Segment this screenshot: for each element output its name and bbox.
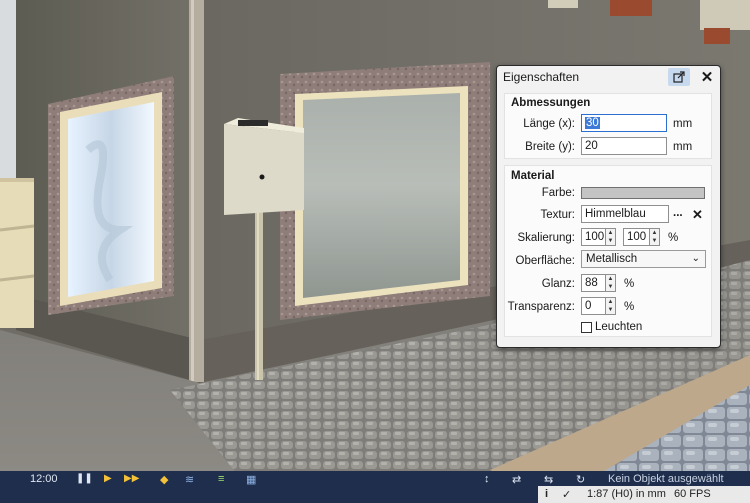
scale-status: 1:87 (H0) in mm bbox=[587, 488, 666, 500]
tool-icon[interactable]: ◆ bbox=[160, 473, 168, 486]
surface-label: Oberfläche: bbox=[515, 255, 575, 267]
scale-unit: % bbox=[668, 232, 679, 244]
close-button[interactable]: ✕ bbox=[698, 68, 716, 86]
scale-y-stepper[interactable]: ▲ ▼ bbox=[650, 228, 660, 246]
scale-x-input[interactable]: 100 bbox=[581, 228, 606, 246]
gloss-label: Glanz: bbox=[541, 278, 575, 290]
texture-clear-icon[interactable]: ✕ bbox=[692, 207, 703, 223]
selection-status: Kein Objekt ausgewählt bbox=[608, 473, 724, 485]
material-heading: Material bbox=[511, 170, 555, 182]
grid-icon[interactable]: ▦ bbox=[246, 473, 256, 486]
width-unit: mm bbox=[673, 141, 693, 153]
fast-forward-icon[interactable]: ▶▶ bbox=[124, 473, 139, 484]
popout-icon bbox=[673, 71, 685, 83]
check-icon[interactable]: ✓ bbox=[562, 488, 571, 501]
length-label: Länge (x): bbox=[523, 118, 575, 130]
color-label: Farbe: bbox=[541, 187, 575, 199]
play-icon[interactable]: ▶ bbox=[104, 473, 112, 484]
glow-label: Leuchten bbox=[595, 321, 643, 333]
transparency-unit: % bbox=[624, 301, 635, 313]
rotate-icon[interactable]: ↻ bbox=[576, 473, 585, 486]
scale-y-input[interactable]: 100 bbox=[623, 228, 650, 246]
width-label: Breite (y): bbox=[525, 141, 575, 153]
length-input[interactable]: 30 bbox=[581, 114, 667, 132]
properties-panel: Eigenschaften ✕ Abmessungen Länge (x): 3… bbox=[496, 65, 721, 348]
texture-browse-button[interactable]: ... bbox=[673, 207, 683, 219]
scale-label: Skalierung: bbox=[517, 232, 575, 244]
layers-icon[interactable]: ≋ bbox=[185, 473, 194, 486]
sort-icon[interactable]: ↕ bbox=[484, 473, 490, 485]
close-icon: ✕ bbox=[700, 69, 714, 86]
dimensions-heading: Abmessungen bbox=[511, 97, 591, 109]
transparency-stepper[interactable]: ▲ ▼ bbox=[606, 297, 616, 315]
gloss-stepper[interactable]: ▲ ▼ bbox=[606, 274, 616, 292]
gloss-unit: % bbox=[624, 278, 635, 290]
info-icon[interactable]: i bbox=[545, 488, 548, 500]
panel-title-bar[interactable]: Eigenschaften ✕ bbox=[497, 66, 720, 88]
fps-status: 60 FPS bbox=[674, 488, 711, 500]
swap-icon[interactable]: ⇆ bbox=[544, 473, 553, 486]
surface-select[interactable]: Metallisch ⌄ bbox=[581, 250, 706, 268]
status-bar: i ✓ 1:87 (H0) in mm 60 FPS bbox=[538, 486, 750, 503]
move-icon[interactable]: ⇄ bbox=[512, 473, 521, 486]
width-input[interactable]: 20 bbox=[581, 137, 667, 155]
popout-button[interactable] bbox=[668, 68, 690, 86]
clock-text: 12:00 bbox=[30, 473, 58, 485]
scale-x-stepper[interactable]: ▲ ▼ bbox=[606, 228, 616, 246]
glow-checkbox[interactable] bbox=[581, 322, 592, 333]
color-swatch[interactable] bbox=[581, 187, 705, 199]
texture-label: Textur: bbox=[540, 209, 575, 221]
pause-icon[interactable]: ❚❚ bbox=[76, 473, 93, 484]
length-unit: mm bbox=[673, 118, 693, 130]
transparency-label: Transparenz: bbox=[507, 301, 575, 313]
texture-input[interactable]: Himmelblau bbox=[581, 205, 669, 223]
panel-title: Eigenschaften bbox=[503, 70, 580, 84]
transparency-input[interactable]: 0 bbox=[581, 297, 606, 315]
chevron-down-icon: ⌄ bbox=[691, 253, 700, 264]
gloss-input[interactable]: 88 bbox=[581, 274, 606, 292]
track-icon[interactable]: ≡ bbox=[218, 473, 224, 485]
